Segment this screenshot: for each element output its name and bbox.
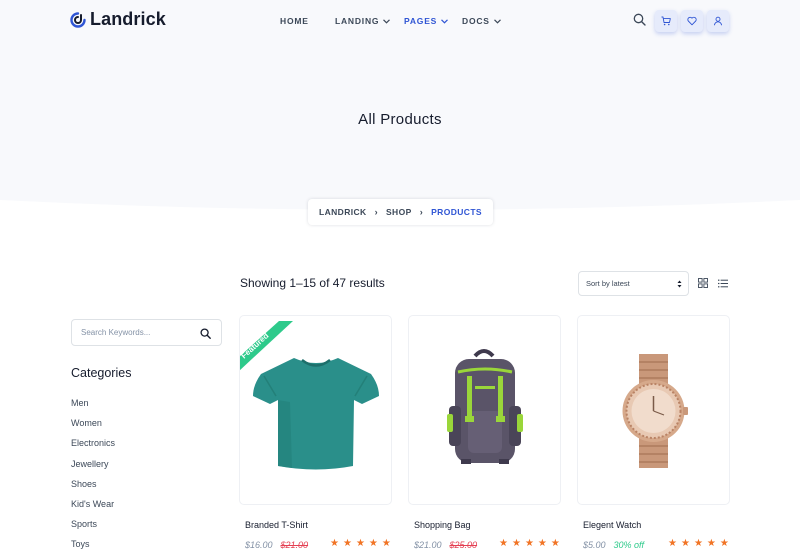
- star-icon: ★: [511, 538, 521, 549]
- brand-name: Landrick: [90, 9, 166, 29]
- nav-item-pages[interactable]: PAGES: [404, 16, 462, 26]
- star-icon: ★: [706, 538, 716, 549]
- star-icon: ★: [381, 538, 391, 549]
- brand-logo[interactable]: Landrick: [70, 9, 166, 30]
- breadcrumb-link-shop[interactable]: SHOP: [386, 207, 412, 217]
- select-arrows-icon: [677, 280, 682, 288]
- product-card[interactable]: [408, 315, 561, 505]
- chevron-right-icon: ›: [374, 207, 378, 217]
- top-navbar: Landrick HOME LANDING PAGES DOCS: [0, 0, 800, 42]
- wishlist-button[interactable]: [681, 10, 703, 32]
- cart-button[interactable]: [655, 10, 677, 32]
- user-icon: [714, 16, 722, 26]
- product-name[interactable]: Elegent Watch: [583, 520, 641, 530]
- results-count: Showing 1–15 of 47 results: [240, 276, 385, 290]
- product-price: $21.00 $25.00: [414, 540, 477, 550]
- star-icon: ★: [668, 538, 677, 549]
- nav-item-docs[interactable]: DOCS: [462, 16, 501, 26]
- category-link[interactable]: Jewellery: [71, 458, 115, 478]
- nav-item-label: LANDING: [335, 16, 380, 26]
- star-icon: ★: [330, 538, 339, 549]
- star-icon: ★: [693, 538, 703, 549]
- rating-stars: ★ ★ ★ ★ ★: [330, 538, 391, 550]
- backpack-image: [447, 349, 523, 464]
- star-icon: ★: [355, 538, 365, 549]
- chevron-down-icon: [383, 18, 391, 24]
- product-price: $16.00 $21.00: [245, 540, 308, 550]
- star-icon: ★: [368, 538, 378, 549]
- nav-item-label: PAGES: [404, 16, 438, 26]
- sort-select[interactable]: Sort by latest: [578, 271, 689, 296]
- price-current: $16.00: [245, 540, 273, 550]
- star-icon: ★: [342, 538, 352, 549]
- main-nav: HOME LANDING PAGES DOCS: [280, 16, 501, 26]
- breadcrumb: LANDRICK › SHOP › PRODUCTS: [308, 199, 493, 225]
- nav-item-label: DOCS: [462, 16, 490, 26]
- page-title: All Products: [358, 111, 442, 128]
- price-current: $21.00: [414, 540, 442, 550]
- star-icon: ★: [550, 538, 560, 549]
- rating-stars: ★ ★ ★ ★ ★: [499, 538, 560, 550]
- nav-item-landing[interactable]: LANDING: [335, 16, 404, 26]
- category-link[interactable]: Toys: [71, 538, 115, 550]
- category-link[interactable]: Men: [71, 397, 115, 417]
- watch-image: [622, 354, 688, 468]
- category-link[interactable]: Electronics: [71, 437, 115, 457]
- grid-icon[interactable]: [698, 278, 708, 288]
- chevron-down-icon: [493, 18, 501, 24]
- category-list: Men Women Electronics Jewellery Shoes Ki…: [71, 397, 115, 550]
- cart-icon: [661, 16, 671, 26]
- product-card[interactable]: Featured: [239, 315, 392, 505]
- account-button[interactable]: [707, 10, 729, 32]
- star-icon: ★: [719, 538, 729, 549]
- category-link[interactable]: Women: [71, 417, 115, 437]
- product-name[interactable]: Branded T-Shirt: [245, 520, 308, 530]
- star-icon: ★: [680, 538, 690, 549]
- star-icon: ★: [537, 538, 547, 549]
- chevron-down-icon: [441, 18, 449, 24]
- product-card[interactable]: [577, 315, 730, 505]
- search-input[interactable]: [81, 328, 199, 337]
- search-icon[interactable]: [633, 13, 646, 26]
- nav-item-home[interactable]: HOME: [280, 16, 335, 26]
- sort-selected-label: Sort by latest: [586, 279, 630, 288]
- price-original: $25.00: [449, 540, 478, 550]
- star-icon: ★: [524, 538, 534, 549]
- breadcrumb-link-home[interactable]: LANDRICK: [319, 207, 367, 217]
- category-link[interactable]: Kid's Wear: [71, 498, 115, 518]
- nav-item-label: HOME: [280, 16, 309, 26]
- star-icon: ★: [499, 538, 508, 549]
- discount-label: 30% off: [613, 540, 645, 550]
- category-link[interactable]: Sports: [71, 518, 115, 538]
- product-name[interactable]: Shopping Bag: [414, 520, 471, 530]
- heart-icon: [687, 16, 697, 26]
- chevron-right-icon: ›: [419, 207, 424, 217]
- rating-stars: ★ ★ ★ ★ ★: [668, 538, 729, 550]
- sidebar-search: [71, 319, 222, 346]
- featured-ribbon: Featured: [240, 321, 293, 371]
- price-current: $5.00: [583, 540, 606, 550]
- list-icon[interactable]: [718, 279, 728, 288]
- product-price: $5.00 30% off: [583, 540, 644, 550]
- breadcrumb-current: PRODUCTS: [431, 207, 482, 217]
- price-original: $21.00: [280, 540, 309, 550]
- search-icon[interactable]: [200, 328, 211, 339]
- logo-icon: [70, 11, 86, 28]
- categories-heading: Categories: [71, 366, 132, 380]
- category-link[interactable]: Shoes: [71, 478, 115, 498]
